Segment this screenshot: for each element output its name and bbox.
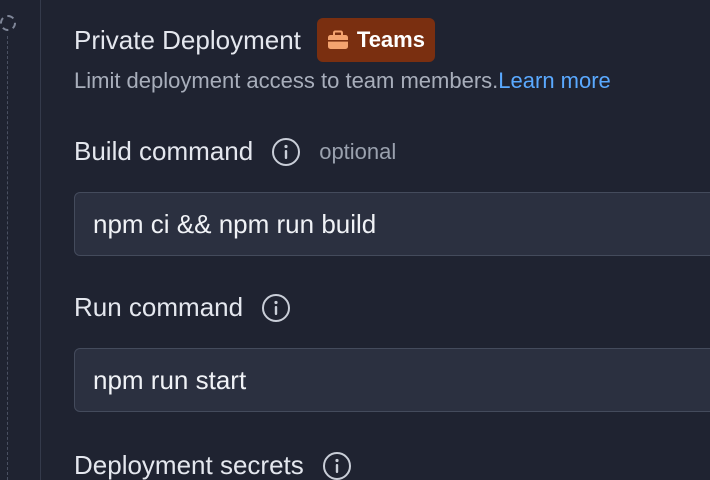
run-command-input[interactable]: npm run start (74, 348, 710, 412)
run-command-label: Run command (74, 292, 244, 322)
step-rail (7, 36, 8, 480)
deployment-secrets-label: Deployment secrets (74, 450, 304, 480)
info-icon[interactable] (271, 137, 301, 167)
dashed-circle-icon (0, 15, 16, 31)
learn-more-link[interactable]: Learn more (498, 68, 611, 94)
teams-badge-label: Teams (356, 27, 425, 52)
info-icon[interactable] (322, 451, 352, 480)
build-command-header: Build command optional (74, 136, 396, 167)
deployment-secrets-header: Deployment secrets (74, 450, 352, 480)
private-deployment-title: Private Deployment (74, 24, 301, 55)
info-icon[interactable] (261, 293, 291, 323)
build-command-label: Build command (74, 136, 254, 166)
settings-page: Private Deployment Teams Limit deploymen… (0, 0, 710, 480)
description-text: Limit deployment access to team members. (74, 68, 499, 93)
briefcase-icon (327, 30, 349, 50)
panel-divider (40, 0, 41, 480)
run-command-header: Run command (74, 292, 291, 323)
private-deployment-description: Limit deployment access to team members.… (74, 68, 611, 94)
teams-badge: Teams (316, 18, 435, 62)
optional-hint: optional (319, 138, 397, 164)
build-command-input[interactable]: npm ci && npm run build (74, 192, 710, 256)
private-deployment-header: Private Deployment Teams (74, 18, 435, 62)
